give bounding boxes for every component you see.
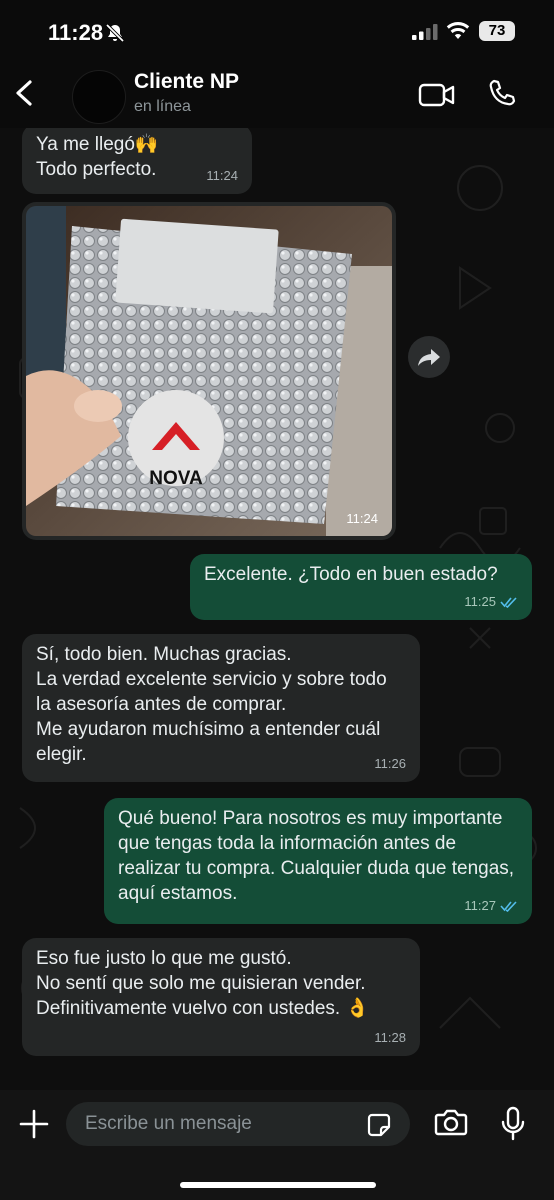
contact-name[interactable]: Cliente NP — [134, 70, 239, 94]
message-text: Excelente. ¿Todo en buen estado? — [204, 564, 498, 585]
avatar[interactable] — [72, 70, 126, 124]
image-message[interactable]: NOVA 11:24 — [22, 202, 396, 540]
message-time: 11:25 — [464, 594, 496, 609]
camera-icon[interactable] — [434, 1108, 468, 1136]
message-bubble-incoming[interactable]: Ya me llegó🙌 Todo perfecto. 11:24 — [22, 128, 252, 194]
message-bubble-incoming[interactable]: Sí, todo bien. Muchas gracias. La verdad… — [22, 634, 420, 782]
signal-icon — [412, 24, 438, 40]
battery-indicator: 73 — [479, 21, 515, 41]
message-time: 11:24 — [206, 168, 238, 183]
plus-icon[interactable] — [18, 1108, 50, 1140]
back-arrow-icon[interactable] — [12, 76, 38, 110]
wifi-icon — [446, 22, 470, 39]
read-ticks-icon — [500, 596, 517, 608]
home-indicator[interactable] — [180, 1182, 376, 1188]
read-ticks-icon — [500, 900, 517, 912]
message-text: Qué bueno! Para nosotros es muy importan… — [118, 808, 515, 904]
nova-logo: NOVA — [149, 468, 203, 489]
contact-status: en línea — [134, 98, 191, 115]
photo-image: NOVA — [26, 206, 392, 536]
message-time: 11:26 — [374, 756, 406, 771]
message-bubble-incoming[interactable]: Eso fue justo lo que me gustó. No sentí … — [22, 938, 420, 1056]
message-input[interactable]: Escribe un mensaje — [66, 1102, 410, 1146]
message-time: 11:28 — [374, 1030, 406, 1045]
chat-header: Cliente NP en línea — [0, 62, 554, 128]
sticker-icon[interactable] — [366, 1112, 392, 1138]
message-time: 11:24 — [346, 511, 378, 526]
mic-icon[interactable] — [500, 1106, 526, 1142]
package-photo[interactable]: NOVA 11:24 — [26, 206, 392, 536]
forward-icon — [418, 349, 440, 366]
message-text: Sí, todo bien. Muchas gracias. La verdad… — [36, 644, 387, 765]
message-input-placeholder: Escribe un mensaje — [85, 1113, 252, 1134]
forward-button[interactable] — [408, 336, 450, 378]
status-bar: 11:28 73 — [0, 0, 554, 62]
message-bubble-outgoing[interactable]: Excelente. ¿Todo en buen estado? 11:25 — [190, 554, 532, 620]
message-bubble-outgoing[interactable]: Qué bueno! Para nosotros es muy importan… — [104, 798, 532, 924]
message-text: Eso fue justo lo que me gustó. No sentí … — [36, 948, 370, 1019]
video-call-icon[interactable] — [418, 82, 456, 108]
phone-call-icon[interactable] — [486, 78, 518, 110]
silent-bell-icon — [105, 23, 125, 43]
chat-area[interactable]: Ya me llegó🙌 Todo perfecto. 11:24 NOVA 1… — [0, 128, 554, 1090]
composer-bar: Escribe un mensaje — [0, 1090, 554, 1200]
status-time: 11:28 — [48, 20, 104, 45]
message-time: 11:27 — [464, 898, 496, 913]
